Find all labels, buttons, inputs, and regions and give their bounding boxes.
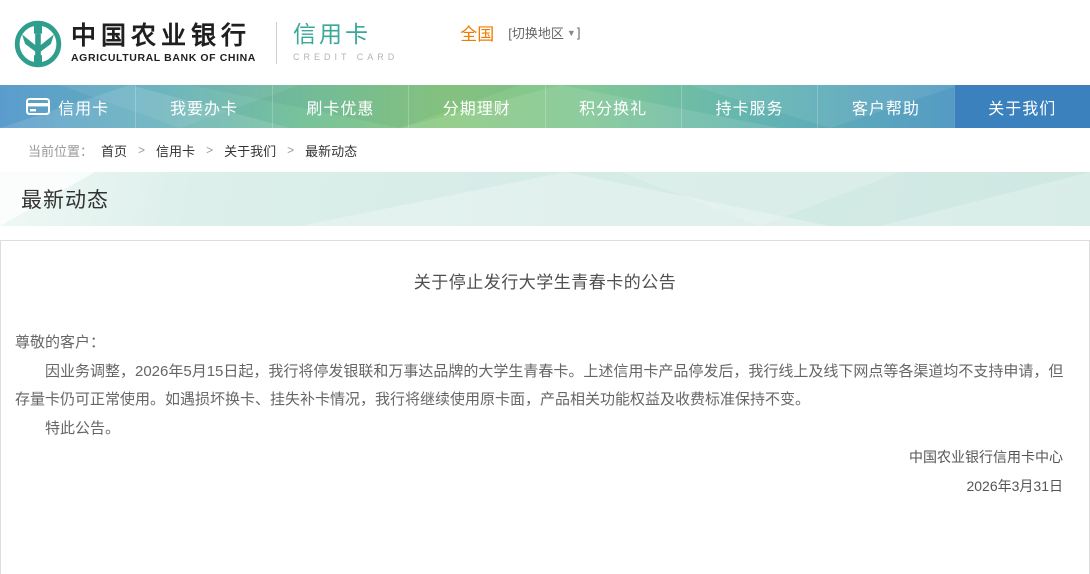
announcement-title: 关于停止发行大学生青春卡的公告	[15, 241, 1075, 293]
breadcrumb-separator: >	[138, 143, 145, 157]
switch-region-link[interactable]: [切换地区▼]	[508, 23, 580, 42]
nav-item-label: 积分换礼	[579, 95, 647, 119]
nav-item-label: 关于我们	[988, 95, 1056, 119]
switch-region-bracket: ]	[577, 25, 581, 40]
signature-date: 2026年3月31日	[15, 472, 1063, 501]
announcement-body: 尊敬的客户： 因业务调整，2026年5月15日起，我行将停发银联和万事达品牌的大…	[15, 329, 1075, 500]
bank-name-cn: 中国农业银行	[71, 22, 256, 50]
signature-name: 中国农业银行信用卡中心	[15, 443, 1063, 472]
region-selector: 全国 [切换地区▼]	[460, 20, 580, 45]
bank-logotype: 中国农业银行 AGRICULTURAL BANK OF CHINA	[71, 22, 256, 64]
nav-item-apply-card[interactable]: 我要办卡	[135, 85, 271, 128]
header-divider	[276, 22, 277, 64]
nav-item-about-us[interactable]: 关于我们	[954, 85, 1090, 128]
page-banner: 最新动态	[0, 172, 1090, 226]
banner-polygon-texture	[0, 172, 1090, 226]
nav-item-points-gifts[interactable]: 积分换礼	[545, 85, 681, 128]
salutation: 尊敬的客户：	[15, 329, 1075, 358]
breadcrumb-link-credit-card[interactable]: 信用卡	[156, 141, 195, 160]
nav-item-label: 持卡服务	[716, 95, 784, 119]
product-name-cn: 信用卡	[293, 21, 398, 47]
nav-item-label: 分期理财	[443, 95, 511, 119]
main-nav: 信用卡 我要办卡 刷卡优惠 分期理财 积分换礼 持卡服务 客户帮助 关于我们	[0, 85, 1090, 128]
breadcrumb-prefix: 当前位置：	[28, 141, 93, 160]
breadcrumb-separator: >	[206, 143, 213, 157]
nav-item-installment[interactable]: 分期理财	[408, 85, 544, 128]
article-container: 关于停止发行大学生青春卡的公告 尊敬的客户： 因业务调整，2026年5月15日起…	[0, 240, 1090, 574]
breadcrumb-link-home[interactable]: 首页	[101, 141, 127, 160]
signature-block: 中国农业银行信用卡中心 2026年3月31日	[15, 443, 1075, 500]
nav-item-card-offers[interactable]: 刷卡优惠	[272, 85, 408, 128]
product-name-en: CREDIT CARD	[293, 52, 398, 62]
current-region-label: 全国	[460, 20, 494, 45]
nav-item-customer-help[interactable]: 客户帮助	[817, 85, 953, 128]
bank-name-en: AGRICULTURAL BANK OF CHINA	[71, 52, 256, 64]
breadcrumb: 当前位置： 首页 > 信用卡 > 关于我们 > 最新动态	[0, 128, 1090, 172]
announcement-paragraph: 因业务调整，2026年5月15日起，我行将停发银联和万事达品牌的大学生青春卡。上…	[15, 358, 1075, 415]
nav-item-label: 客户帮助	[852, 95, 920, 119]
abc-bank-logo-icon	[14, 20, 62, 68]
breadcrumb-separator: >	[287, 143, 294, 157]
credit-card-brand: 信用卡 CREDIT CARD	[293, 21, 398, 62]
page-title: 最新动态	[21, 184, 109, 214]
chevron-down-icon: ▼	[567, 28, 576, 38]
nav-item-label: 信用卡	[58, 95, 109, 119]
announcement-closing: 特此公告。	[15, 415, 1075, 444]
breadcrumb-link-about-us[interactable]: 关于我们	[224, 141, 276, 160]
nav-item-credit-card[interactable]: 信用卡	[0, 85, 135, 128]
nav-item-label: 我要办卡	[170, 95, 238, 119]
nav-item-label: 刷卡优惠	[306, 95, 374, 119]
nav-item-cardholder-service[interactable]: 持卡服务	[681, 85, 817, 128]
breadcrumb-link-latest-news[interactable]: 最新动态	[305, 141, 357, 160]
switch-region-text: [切换地区	[508, 23, 564, 42]
bank-logo-link[interactable]: 中国农业银行 AGRICULTURAL BANK OF CHINA	[14, 18, 256, 68]
site-header: 中国农业银行 AGRICULTURAL BANK OF CHINA 信用卡 CR…	[0, 0, 1090, 85]
credit-card-icon	[26, 98, 50, 115]
